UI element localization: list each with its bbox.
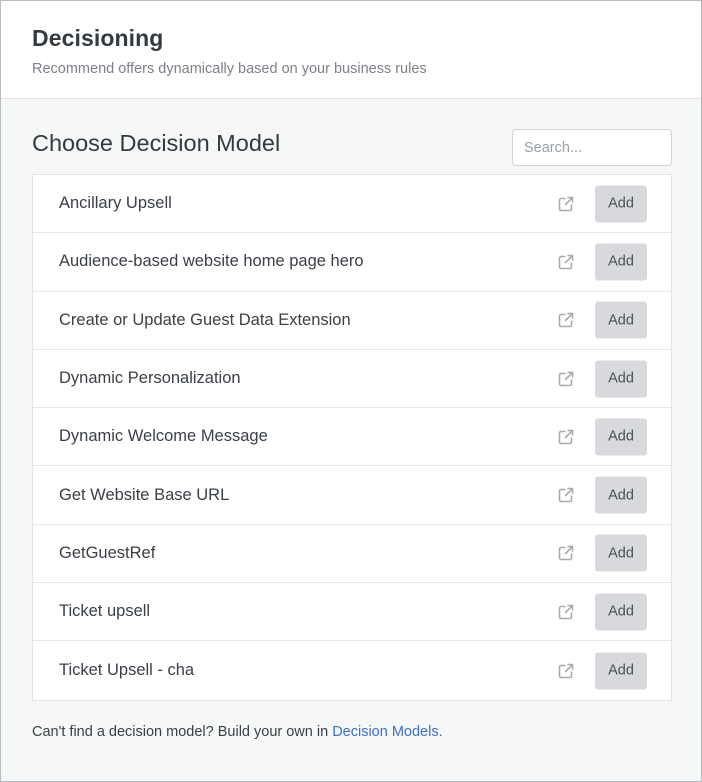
footer-text: Can't find a decision model? Build your … [32,724,333,740]
decision-model-name: Ticket upsell [59,602,151,621]
dialog-header: Decisioning Recommend offers dynamically… [1,1,701,99]
decision-model-name: Ancillary Upsell [59,194,172,213]
add-button[interactable]: Add [595,243,647,281]
add-button[interactable]: Add [595,652,647,690]
decision-model-row-4: Dynamic Personalization Add [33,350,671,409]
decisioning-dialog: Decisioning Recommend offers dynamically… [0,0,702,782]
external-link-icon[interactable] [557,253,575,271]
dialog-title: Decisioning [32,25,164,51]
decision-model-row-9: Ticket Upsell - cha Add [33,641,671,699]
add-button[interactable]: Add [595,360,647,398]
decision-model-name: Dynamic Welcome Message [59,427,268,446]
decision-model-name: Dynamic Personalization [59,369,241,388]
add-button[interactable]: Add [595,418,647,456]
add-button[interactable]: Add [595,301,647,339]
external-link-icon[interactable] [557,486,575,504]
external-link-icon[interactable] [557,311,575,329]
footer-note: Can't find a decision model? Build your … [32,724,443,740]
add-button[interactable]: Add [595,534,647,572]
search-input[interactable] [512,129,672,166]
decision-model-row-6: Get Website Base URL Add [33,466,671,525]
decision-model-name: GetGuestRef [59,543,156,562]
decision-models-link[interactable]: Decision Models. [332,724,442,740]
section-title: Choose Decision Model [32,130,281,156]
external-link-icon[interactable] [557,428,575,446]
external-link-icon[interactable] [557,662,575,680]
add-button[interactable]: Add [595,593,647,631]
decision-model-name: Ticket Upsell - cha [59,661,195,680]
add-button[interactable]: Add [595,185,647,223]
external-link-icon[interactable] [557,603,575,621]
decision-model-name: Audience-based website home page hero [59,252,364,271]
decision-model-name: Create or Update Guest Data Extension [59,310,351,329]
external-link-icon[interactable] [557,370,575,388]
decision-model-row-8: Ticket upsell Add [33,583,671,642]
external-link-icon[interactable] [557,544,575,562]
decision-model-row-1: Ancillary Upsell Add [33,175,671,234]
decision-model-row-7: GetGuestRef Add [33,525,671,584]
add-button[interactable]: Add [595,476,647,514]
dialog-subtitle: Recommend offers dynamically based on yo… [32,61,427,77]
decision-model-row-5: Dynamic Welcome Message Add [33,408,671,467]
decision-model-row-2: Audience-based website home page hero Ad… [33,233,671,292]
external-link-icon[interactable] [557,195,575,213]
decision-model-name: Get Website Base URL [59,485,230,504]
decision-model-list: Ancillary Upsell Add Audience-based webs… [32,174,672,701]
decision-model-row-3: Create or Update Guest Data Extension Ad… [33,292,671,350]
